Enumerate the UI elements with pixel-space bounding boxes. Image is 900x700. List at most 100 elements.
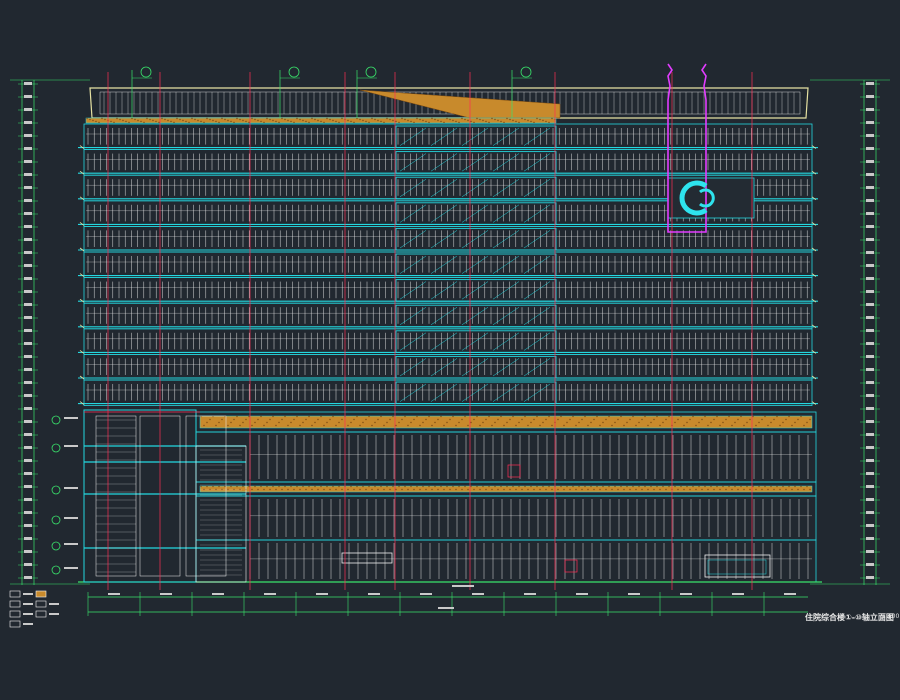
planter-dot (542, 119, 544, 122)
atrium-diagonal (461, 383, 489, 402)
atrium-diagonal (492, 332, 520, 351)
planter-dot (335, 424, 337, 427)
planter-dot (536, 117, 538, 120)
entrance-canopy-east (704, 554, 771, 578)
planter-dot (809, 418, 811, 421)
planter-dot (377, 488, 379, 491)
planter-dot (596, 415, 598, 418)
planter-dot (740, 415, 742, 418)
planter-dot (263, 424, 265, 427)
atrium-diagonal (523, 230, 551, 249)
planter-dot (806, 485, 808, 488)
atrium-diagonal (492, 230, 520, 249)
planter-dot (611, 488, 613, 491)
dim-text-mark (24, 576, 32, 579)
planter-dot (743, 424, 745, 427)
planter-dot (422, 119, 424, 122)
atrium-diagonal (523, 358, 551, 377)
dim-text-mark (866, 160, 874, 163)
planter-dot (287, 424, 289, 427)
planter-dot (716, 415, 718, 418)
planter-dot (329, 118, 331, 121)
planter-dot (404, 485, 406, 488)
planter-dot (647, 424, 649, 427)
atrium-diagonal (523, 383, 551, 402)
planter-dot (308, 485, 310, 488)
planter-dot (662, 421, 664, 424)
planter-dot (587, 488, 589, 491)
planter-dot (740, 485, 742, 488)
atrium-panel (395, 253, 557, 277)
dim-text-mark (24, 420, 32, 423)
legend-swatch (35, 610, 47, 618)
planter-dot (599, 424, 601, 427)
dim-text-mark (24, 433, 32, 436)
atrium-diagonal (430, 306, 458, 326)
planter-dot (509, 418, 511, 421)
planter-dot (500, 120, 502, 123)
planter-dot (257, 119, 259, 122)
planter-dot (521, 418, 523, 421)
dim-text-mark (866, 537, 874, 540)
dim-text-mark (24, 121, 32, 124)
planter-dot (125, 120, 127, 123)
atrium-diagonal (399, 383, 427, 402)
bottom-dim-text (576, 593, 588, 595)
dim-text-mark (24, 355, 32, 358)
planter-dot (656, 415, 658, 418)
planter-dot (410, 120, 412, 123)
planter-dot (353, 488, 355, 491)
planter-dot (323, 424, 325, 427)
planter-dot (587, 424, 589, 427)
planter-dot (614, 485, 616, 488)
dim-text-mark (866, 576, 874, 579)
planter-dot (665, 418, 667, 421)
bottom-dim-text (680, 593, 692, 595)
planter-dot (284, 485, 286, 488)
planter-dot (392, 415, 394, 418)
planter-dot (308, 121, 310, 124)
planter-dot (527, 424, 529, 427)
planter-dot (584, 415, 586, 418)
planter-dot (260, 120, 262, 123)
atrium-panel (395, 355, 557, 379)
planter-dot (476, 415, 478, 418)
planter-dot (578, 485, 580, 488)
planter-dot (734, 485, 736, 488)
planter-dot (800, 485, 802, 488)
planter-dot (326, 117, 328, 120)
planter-dot (617, 418, 619, 421)
planter-dot (275, 120, 277, 123)
planter-dot (593, 488, 595, 491)
planter-dot (443, 121, 445, 124)
planter-dot (299, 118, 301, 121)
planter-dot (413, 418, 415, 421)
planter-dot (281, 488, 283, 491)
planter-dot (530, 120, 532, 123)
planter-dot (275, 488, 277, 491)
planter-dot (770, 485, 772, 488)
dim-text-mark (866, 108, 874, 111)
planter-dot (803, 424, 805, 427)
atrium-panel (395, 304, 557, 328)
planter-dot (113, 121, 115, 124)
axis-bubble (365, 66, 377, 78)
planter-dot (764, 485, 766, 488)
planter-dot (779, 488, 781, 491)
planter-dot (800, 415, 802, 418)
planter-dot (473, 488, 475, 491)
planter-dot (116, 117, 118, 120)
planter-dot (680, 485, 682, 488)
planter-dot (425, 418, 427, 421)
planter-dot (215, 120, 217, 123)
planter-dot (188, 121, 190, 124)
planter-dot (503, 488, 505, 491)
planter-dot (608, 415, 610, 418)
planter-dot (479, 488, 481, 491)
planter-dot (320, 120, 322, 123)
planter-dot (452, 415, 454, 418)
planter-dot (452, 485, 454, 488)
podium-facade (78, 411, 822, 583)
planter-dot (482, 421, 484, 424)
planter-dot (251, 117, 253, 120)
